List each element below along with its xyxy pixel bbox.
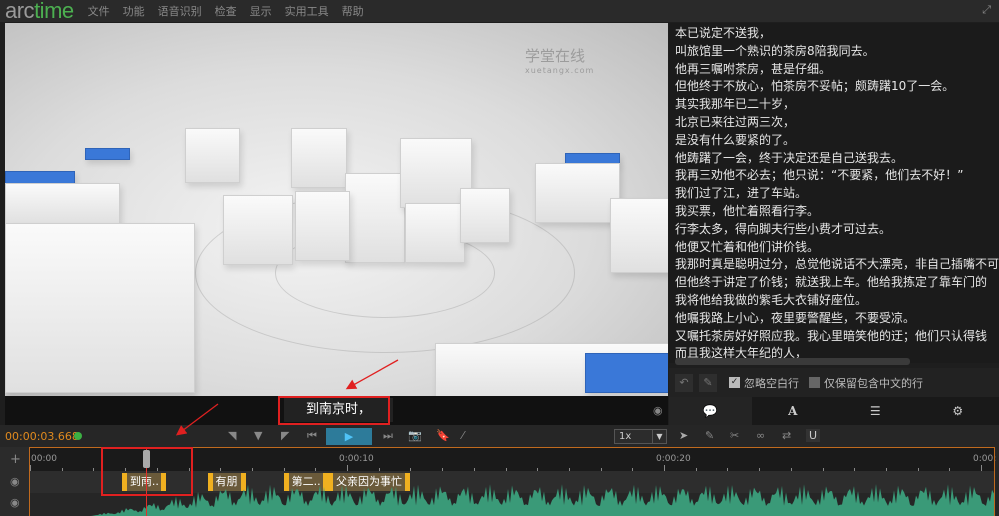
script-text[interactable]: 本已说定不送我， 叫旅馆里一个熟识的茶房8陪我同去。 他再三嘱咐茶房，甚是仔细。 但他…	[669, 23, 999, 363]
cube	[185, 128, 240, 183]
pencil-icon[interactable]: ✎	[699, 373, 717, 392]
tab-subtitles[interactable]: 💬	[669, 397, 752, 425]
chevron-down-icon: ▼	[652, 430, 666, 443]
transport-bar: 00:00:03.668 ◥ ▼ ◤ ⏮ ▶ ⏭ 📷 🔖 ⁄ 1x ▼ ➤ ✎ ✂…	[0, 425, 999, 447]
cube	[460, 188, 510, 243]
menu: 文件 功能 语音识别 检查 显示 实用工具 帮助	[88, 3, 364, 19]
script-line[interactable]: 他再三嘱咐茶房，甚是仔细。	[675, 61, 993, 79]
menu-help[interactable]: 帮助	[342, 3, 364, 19]
script-line[interactable]: 其实我那年已二十岁，	[675, 96, 993, 114]
cube	[345, 173, 405, 263]
script-line[interactable]: 我那时真是聪明过分，总觉他说话不大漂亮，非自己插嘴不可	[675, 256, 999, 274]
script-line[interactable]: 本已说定不送我，	[675, 25, 993, 43]
menu-bar: arctime 文件 功能 语音识别 检查 显示 实用工具 帮助 ⤢	[0, 0, 999, 22]
undo-icon[interactable]: ↶	[675, 373, 693, 392]
speech-bubble-icon: 💬	[702, 404, 718, 418]
menu-speech-recognition[interactable]: 语音识别	[158, 3, 202, 19]
tab-settings[interactable]: ⚙	[917, 397, 999, 425]
ignore-blank-label: 忽略空白行	[744, 376, 799, 390]
horizontal-scrollbar[interactable]	[675, 358, 910, 365]
track-gutter: + ◉ ◉	[0, 447, 30, 516]
speed-select[interactable]: 1x ▼	[614, 429, 667, 444]
cube	[585, 353, 668, 393]
set-end-icon[interactable]: ◤	[281, 429, 289, 442]
skip-forward-icon[interactable]: ⏭	[383, 429, 393, 443]
cube	[223, 195, 293, 265]
ruler-label: 00:00	[31, 454, 57, 464]
text-panel[interactable]: 本已说定不送我， 叫旅馆里一个熟识的茶房8陪我同去。 他再三嘱咐茶房，甚是仔细。 但他…	[669, 23, 999, 363]
play-icon: ▶	[344, 430, 354, 443]
script-line[interactable]: 他踌躇了一会，终于决定还是自己送我去。	[675, 150, 993, 168]
scissors-icon[interactable]: ✂	[730, 429, 739, 442]
magnet-icon[interactable]: U	[806, 429, 821, 442]
script-line[interactable]: 是没有什么要紧的了。	[675, 132, 993, 150]
script-line[interactable]: 他嘱我路上小心，夜里要警醒些，不要受凉。	[675, 310, 993, 328]
ruler-label: 0:00:20	[656, 454, 691, 464]
menu-check[interactable]: 检查	[215, 3, 237, 19]
menu-function[interactable]: 功能	[123, 3, 145, 19]
status-dot	[74, 432, 82, 440]
annotation-box	[101, 447, 193, 496]
keep-chinese-checkbox[interactable]	[809, 377, 820, 388]
script-line[interactable]: 但他终于讲定了价钱；就送我上车。他给我拣定了靠车门的	[675, 274, 993, 292]
speed-value: 1x	[619, 431, 632, 442]
script-line[interactable]: 行李太多，得向脚夫行些小费才可过去。	[675, 221, 993, 239]
script-line[interactable]: 我买票，他忙着照看行李。	[675, 203, 993, 221]
script-line[interactable]: 但他终于不放心，怕茶房不妥帖；颇踌躇10了一会。	[675, 78, 993, 96]
marker-down-icon[interactable]: ▼	[254, 429, 262, 442]
add-track-icon[interactable]: +	[10, 452, 21, 467]
gear-icon: ⚙	[952, 404, 964, 418]
pointer-icon[interactable]: ➤	[679, 429, 688, 442]
cube	[5, 223, 195, 393]
timecode: 00:00:03.668	[5, 430, 79, 443]
eye-icon[interactable]: ◉	[653, 404, 663, 417]
script-line[interactable]: 我将他给我做的紫毛大衣铺好座位。	[675, 292, 993, 310]
script-line[interactable]: 我再三劝他不必去；他只说：“不要紧，他们去不好！”	[675, 167, 993, 185]
skip-back-icon[interactable]: ⏮	[307, 429, 317, 443]
ignore-blank-checkbox[interactable]: ✓	[729, 377, 740, 388]
tab-list[interactable]: ☰	[834, 397, 917, 425]
panel-tabs: 💬 A ☰ ⚙	[669, 397, 999, 425]
link-icon[interactable]: ∞	[756, 429, 765, 442]
script-line[interactable]: 又嘱托茶房好好照应我。我心里暗笑他的迂；他们只认得钱	[675, 328, 993, 346]
wand-icon[interactable]: ⁄	[462, 429, 464, 442]
bookmark-icon[interactable]: 🔖	[436, 429, 450, 442]
watermark: 学堂在线 xuetangx.com	[525, 47, 595, 75]
cube	[405, 203, 465, 263]
script-line[interactable]: 叫旅馆里一个熟识的茶房8陪我同去。	[675, 43, 993, 61]
app-logo: arctime	[5, 0, 74, 23]
menu-tools[interactable]: 实用工具	[285, 3, 329, 19]
annotation-box	[278, 396, 390, 425]
menu-file[interactable]: 文件	[88, 3, 110, 19]
cube	[5, 183, 120, 225]
list-icon: ☰	[869, 404, 881, 418]
eye-icon[interactable]: ◉	[10, 496, 20, 509]
font-icon: A	[788, 404, 798, 418]
script-line[interactable]: 我们过了江，进了车站。	[675, 185, 993, 203]
restore-icon[interactable]: ⤢	[982, 3, 991, 17]
ruler-label: 0:00:10	[339, 454, 374, 464]
script-line[interactable]: 他便又忙着和他们讲价钱。	[675, 239, 993, 257]
cube	[610, 198, 668, 273]
swap-icon[interactable]: ⇄	[782, 429, 791, 442]
cube	[535, 163, 620, 223]
text-toolbar: ↶ ✎ ✓ 忽略空白行 仅保留包含中文的行	[669, 368, 999, 397]
cube	[85, 148, 130, 160]
eye-icon[interactable]: ◉	[10, 475, 20, 488]
edit-icon[interactable]: ✎	[705, 429, 714, 442]
video-preview[interactable]: 学堂在线 xuetangx.com	[5, 23, 668, 396]
tab-style[interactable]: A	[752, 397, 835, 425]
menu-display[interactable]: 显示	[250, 3, 272, 19]
script-line[interactable]: 北京已来往过两三次，	[675, 114, 993, 132]
keep-chinese-label: 仅保留包含中文的行	[824, 376, 923, 390]
ruler-label: 0:00:	[973, 454, 997, 464]
cube	[291, 128, 347, 188]
camera-icon[interactable]: 📷	[408, 429, 422, 442]
play-button[interactable]: ▶	[326, 428, 372, 445]
cube	[295, 191, 350, 261]
set-start-icon[interactable]: ◥	[228, 429, 236, 442]
